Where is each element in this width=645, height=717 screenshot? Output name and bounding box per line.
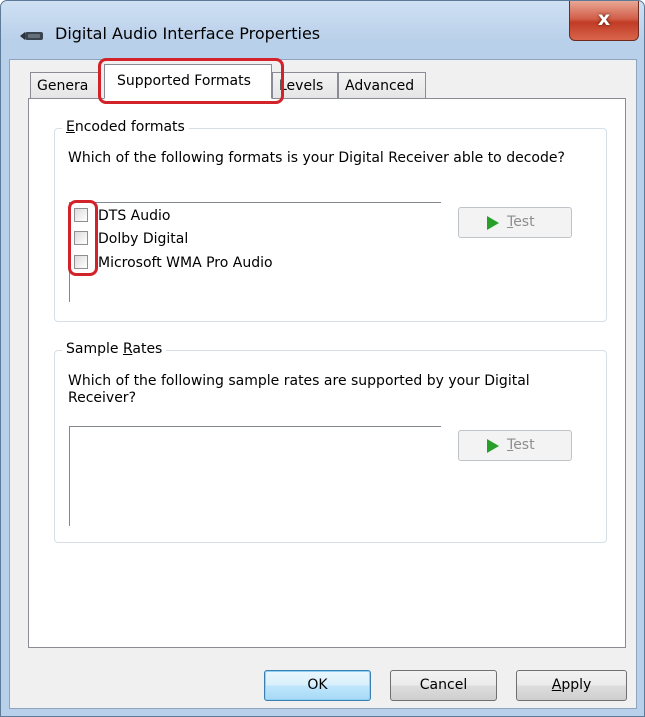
dts-audio-label: DTS Audio — [98, 208, 171, 224]
sample-rates-list[interactable] — [69, 426, 441, 526]
sample-rates-test-button[interactable]: Test — [458, 430, 572, 461]
sample-rates-test-label-rest: est — [513, 437, 535, 453]
close-button[interactable]: x — [569, 1, 639, 41]
sample-rates-title-prefix: Sample — [66, 341, 123, 357]
ok-button[interactable]: OK — [264, 670, 371, 701]
encoded-test-label-rest: est — [513, 214, 535, 230]
dolby-digital-checkbox[interactable] — [74, 231, 88, 245]
tab-levels[interactable]: Levels — [272, 72, 338, 99]
encoded-test-button[interactable]: Test — [458, 207, 572, 238]
speaker-device-icon — [20, 32, 43, 40]
tab-general-label: Genera — [37, 78, 89, 94]
play-icon — [487, 216, 499, 230]
window-title: Digital Audio Interface Properties — [55, 24, 321, 43]
sample-rates-title-rest: ates — [132, 341, 163, 357]
wma-pro-audio-label: Microsoft WMA Pro Audio — [98, 255, 273, 271]
cancel-button[interactable]: Cancel — [390, 670, 497, 701]
tab-supported-formats-label: Supported Formats — [117, 73, 251, 89]
encoded-formats-description: Which of the following formats is your D… — [68, 150, 565, 166]
sample-rates-test-label: Test — [507, 437, 535, 453]
dts-audio-checkbox[interactable] — [74, 208, 88, 222]
sample-rates-title: Sample Rates — [62, 341, 167, 357]
wma-pro-audio-checkbox[interactable] — [74, 255, 88, 269]
title-bar[interactable]: Digital Audio Interface Properties x — [1, 1, 644, 59]
encoded-test-label: Test — [507, 214, 535, 230]
encoded-formats-title-rest: ncoded formats — [74, 119, 185, 135]
tab-advanced[interactable]: Advanced — [338, 72, 426, 99]
apply-access-key: A — [551, 677, 562, 693]
encoded-formats-title: Encoded formats — [62, 119, 189, 135]
apply-label-rest: pply — [561, 677, 592, 693]
tab-supported-formats[interactable]: Supported Formats — [104, 64, 272, 99]
sample-rates-description: Which of the following sample rates are … — [68, 373, 530, 406]
tab-advanced-label: Advanced — [345, 78, 415, 94]
tab-levels-label: Levels — [279, 78, 324, 94]
apply-button[interactable]: Apply — [516, 670, 627, 701]
tab-general[interactable]: Genera — [30, 72, 100, 99]
sample-rates-access-key: R — [122, 341, 133, 357]
play-icon — [487, 439, 499, 453]
dolby-digital-label: Dolby Digital — [98, 231, 189, 247]
encoded-formats-access-key: E — [66, 119, 75, 135]
